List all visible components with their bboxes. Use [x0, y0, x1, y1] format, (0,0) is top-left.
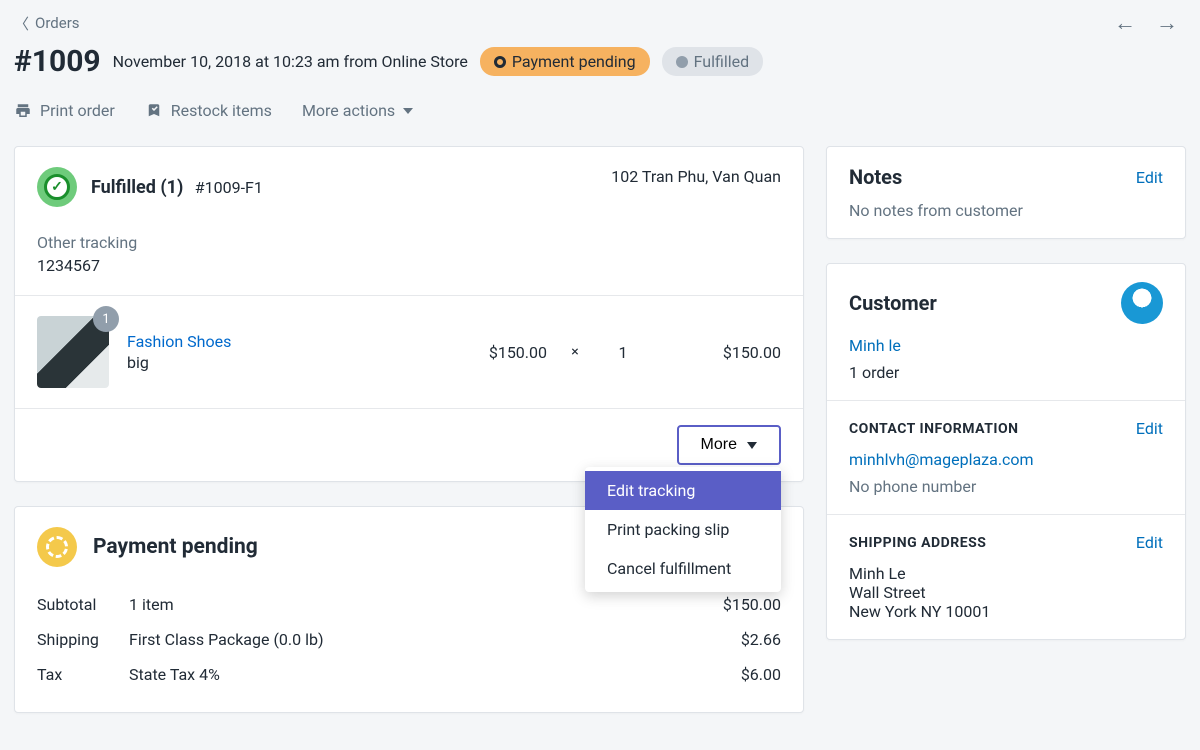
payment-row-tax: Tax State Tax 4% $6.00: [37, 657, 781, 692]
notes-body: No notes from customer: [849, 201, 1163, 220]
breadcrumb-label: Orders: [35, 14, 80, 32]
caret-down-icon: [747, 442, 757, 449]
payment-desc: State Tax 4%: [129, 665, 681, 684]
customer-card: Customer Minh le 1 order CONTACT INFORMA…: [826, 263, 1186, 640]
payment-row-shipping: Shipping First Class Package (0.0 lb) $2…: [37, 622, 781, 657]
contact-edit-link[interactable]: Edit: [1136, 419, 1163, 438]
shipping-name: Minh Le: [849, 564, 1163, 583]
shipping-address-title: SHIPPING ADDRESS: [849, 535, 986, 551]
payment-desc: 1 item: [129, 595, 681, 614]
avatar-icon: [1121, 282, 1163, 324]
fulfillment-status-badge: Fulfilled: [662, 47, 764, 76]
line-total: $150.00: [661, 343, 781, 362]
restock-button[interactable]: Restock items: [145, 101, 272, 120]
printer-icon: [14, 102, 32, 120]
restock-label: Restock items: [171, 101, 272, 120]
payment-title: Payment pending: [93, 535, 258, 559]
fulfillment-more-button[interactable]: More: [677, 425, 781, 465]
fulfillment-address: 102 Tran Phu, Van Quan: [611, 167, 781, 186]
menu-edit-tracking[interactable]: Edit tracking: [585, 471, 781, 510]
tracking-carrier-label: Other tracking: [37, 233, 781, 252]
payment-pending-icon: [37, 527, 77, 567]
payment-label: Shipping: [37, 630, 129, 649]
payment-value: $2.66: [681, 630, 781, 649]
product-name-link[interactable]: Fashion Shoes: [127, 332, 399, 351]
shipping-edit-link[interactable]: Edit: [1136, 533, 1163, 552]
order-id: #1009: [14, 44, 101, 79]
notes-title: Notes: [849, 165, 902, 189]
more-actions-button[interactable]: More actions: [302, 101, 413, 120]
customer-title: Customer: [849, 291, 937, 315]
breadcrumb-back[interactable]: 〈 Orders: [14, 13, 80, 34]
customer-name-link[interactable]: Minh le: [849, 336, 1163, 355]
menu-cancel-fulfillment[interactable]: Cancel fulfillment: [585, 549, 781, 588]
payment-row-subtotal: Subtotal 1 item $150.00: [37, 587, 781, 622]
fulfillment-more-menu: Edit tracking Print packing slip Cancel …: [585, 467, 781, 592]
prev-order-arrow[interactable]: ←: [1114, 10, 1136, 36]
payment-value: $150.00: [681, 595, 781, 614]
notes-card: Notes Edit No notes from customer: [826, 146, 1186, 239]
circle-filled-icon: [676, 56, 688, 68]
fulfillment-id: #1009-F1: [195, 178, 263, 197]
unit-price: $150.00: [417, 343, 547, 362]
circle-open-icon: [494, 56, 506, 68]
more-button-label: More: [701, 436, 737, 454]
qty-badge: 1: [93, 306, 119, 332]
fulfillment-card: ✓ Fulfilled (1) #1009-F1 102 Tran Phu, V…: [14, 146, 804, 482]
payment-label: Subtotal: [37, 595, 129, 614]
notes-edit-link[interactable]: Edit: [1136, 168, 1163, 187]
tracking-number: 1234567: [37, 256, 781, 275]
contact-info-title: CONTACT INFORMATION: [849, 421, 1019, 437]
shipping-city: New York NY 10001: [849, 602, 1163, 621]
payment-value: $6.00: [681, 665, 781, 684]
customer-phone: No phone number: [849, 477, 1163, 496]
product-variant: big: [127, 353, 399, 372]
payment-status-label: Payment pending: [512, 52, 636, 71]
line-item-row: 1 Fashion Shoes big $150.00 × 1 $150.00: [15, 296, 803, 408]
customer-orders-count: 1 order: [849, 363, 1163, 382]
order-date-source: November 10, 2018 at 10:23 am from Onlin…: [113, 52, 468, 71]
fulfillment-title: Fulfilled (1): [91, 177, 183, 198]
next-order-arrow[interactable]: →: [1156, 10, 1178, 36]
restock-icon: [145, 102, 163, 120]
payment-label: Tax: [37, 665, 129, 684]
payment-status-badge: Payment pending: [480, 47, 650, 76]
caret-down-icon: [403, 108, 413, 114]
customer-email-link[interactable]: minhlvh@mageplaza.com: [849, 450, 1163, 469]
print-order-button[interactable]: Print order: [14, 101, 115, 120]
fulfilled-check-icon: ✓: [37, 167, 77, 207]
print-order-label: Print order: [40, 101, 115, 120]
chevron-left-icon: 〈: [14, 13, 29, 34]
line-qty: 1: [603, 343, 643, 362]
times-symbol: ×: [565, 344, 585, 360]
more-actions-label: More actions: [302, 101, 395, 120]
payment-desc: First Class Package (0.0 lb): [129, 630, 681, 649]
fulfillment-status-label: Fulfilled: [694, 52, 750, 71]
menu-print-packing-slip[interactable]: Print packing slip: [585, 510, 781, 549]
shipping-street: Wall Street: [849, 583, 1163, 602]
